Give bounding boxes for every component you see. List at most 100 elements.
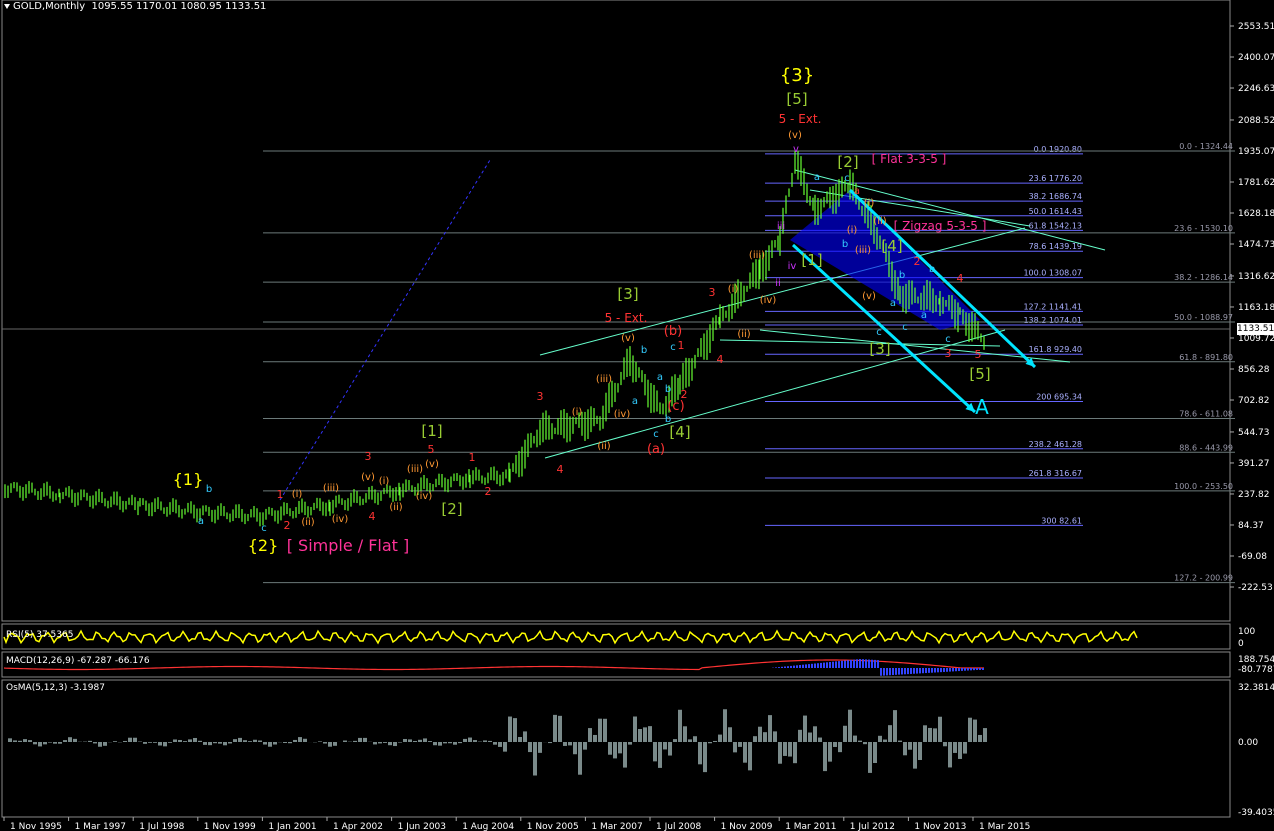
- osma-bar: [668, 742, 672, 756]
- wave-label: b: [842, 239, 848, 250]
- dropdown-icon[interactable]: [4, 3, 10, 9]
- wave-label: (iv): [416, 491, 433, 502]
- wave-label: b: [641, 345, 647, 356]
- osma-bar: [823, 742, 827, 772]
- osma-bar: [698, 742, 702, 765]
- wave-label: {1}: [173, 470, 204, 489]
- osma-bar: [583, 742, 587, 750]
- wave-label: c: [670, 342, 676, 353]
- wave-label: {2}: [248, 536, 279, 555]
- time-tick-label: 1 Jan 2001: [268, 822, 316, 831]
- wave-label: 4: [957, 272, 964, 285]
- osma-bar: [288, 742, 292, 744]
- fib-level-label: 300 82.61: [1041, 516, 1082, 525]
- osma-bar: [563, 742, 567, 746]
- osma-bar: [183, 741, 187, 742]
- osma-bar: [293, 739, 297, 742]
- wave-label: a: [890, 298, 896, 309]
- time-tick-label: 1 Aug 2004: [462, 822, 514, 831]
- wave-label: (i): [728, 284, 739, 295]
- wave-label: (i): [379, 476, 390, 487]
- wave-label: (v): [361, 472, 375, 483]
- osma-bar: [863, 742, 867, 745]
- osma-bar: [23, 739, 27, 742]
- time-tick-label: 1 Jul 2012: [850, 822, 895, 831]
- osma-bar: [878, 735, 882, 742]
- wave-label: c: [653, 429, 659, 440]
- osma-bar: [53, 742, 57, 744]
- osma-bar: [463, 738, 467, 742]
- time-tick-label: 1 Nov 2013: [914, 822, 966, 831]
- wave-label: [2]: [441, 500, 462, 518]
- price-tick-label: 1628.18: [1238, 209, 1274, 219]
- osma-bar: [128, 737, 132, 742]
- osma-bar: [948, 742, 952, 768]
- osma-bar: [488, 740, 492, 742]
- fib-level-label: 200 695.34: [1036, 393, 1082, 402]
- osma-bar: [513, 718, 517, 742]
- wave-label: [ Flat 3-3-5 ]: [872, 152, 947, 166]
- price-tick-label: 2400.07: [1238, 53, 1274, 63]
- trend-line: [544, 329, 1006, 459]
- osma-bar: [673, 739, 677, 742]
- price-tick-label: 237.82: [1238, 490, 1270, 500]
- wave-label: [ Zigzag 5-3-5 ]: [894, 219, 987, 233]
- fib-long-label: 38.2 - 1286.14: [1174, 273, 1233, 282]
- osma-bar: [18, 740, 22, 742]
- osma-bar: [608, 742, 612, 755]
- osma-bar: [13, 740, 17, 742]
- wave-label: a: [921, 310, 927, 321]
- osma-scale-top: 32.3814: [1238, 683, 1274, 693]
- wave-label: c: [844, 173, 850, 184]
- osma-bar: [103, 742, 107, 746]
- osma-bar: [243, 740, 247, 742]
- osma-bar: [793, 742, 797, 764]
- wave-label: (ii): [301, 517, 314, 528]
- wave-label: (i): [572, 407, 583, 418]
- osma-bar: [588, 728, 592, 742]
- wave-label: 4: [717, 353, 724, 366]
- wave-label: (v): [621, 333, 635, 344]
- osma-bar: [873, 742, 877, 763]
- osma-bar: [568, 742, 572, 746]
- wave-label: 3: [709, 286, 716, 299]
- symbol-label: GOLD,Monthly: [13, 1, 86, 12]
- osma-bar: [548, 742, 552, 744]
- fib-long-label: 0.0 - 1324.44: [1179, 142, 1233, 151]
- wave-label: 3: [945, 347, 952, 360]
- fib-level-label: 0.0 1920.80: [1034, 145, 1082, 154]
- wave-label: (ii): [873, 216, 886, 227]
- fib-level-label: 261.8 316.67: [1029, 469, 1082, 478]
- osma-bar: [628, 742, 632, 745]
- rsi-scale-bottom: 0: [1238, 639, 1244, 649]
- osma-bar: [473, 740, 477, 742]
- price-tick-label: -222.53: [1238, 583, 1273, 593]
- wave-label: 2: [485, 485, 492, 498]
- osma-bar: [738, 742, 742, 747]
- osma-bar: [908, 742, 912, 750]
- chart-canvas[interactable]: 2553.51 2400.07 2246.63 2088.52 1935.07 1781.…: [0, 0, 1274, 831]
- ohlc-values: 1095.55 1170.01 1080.95 1133.51: [91, 1, 267, 12]
- osma-bar: [343, 740, 347, 742]
- osma-bar: [918, 742, 922, 761]
- osma-bar: [593, 734, 597, 742]
- wave-label: 5 - Ext.: [779, 112, 822, 126]
- fib-level-label: 100.0 1308.07: [1023, 269, 1082, 278]
- wave-label: b: [899, 270, 905, 281]
- wave-label: [2]: [837, 153, 858, 171]
- wave-label: 3: [537, 390, 544, 403]
- fib-level-label: 238.2 461.28: [1029, 440, 1082, 449]
- osma-label: OsMA(5,12,3) -3.1987: [6, 683, 105, 693]
- osma-bar: [683, 726, 687, 742]
- fib-long-label: 78.6 - 611.08: [1179, 410, 1233, 419]
- osma-bar: [223, 742, 227, 746]
- current-price-tag: 1133.51: [1237, 323, 1274, 335]
- wave-label: (i): [864, 198, 875, 209]
- wave-label: b: [665, 384, 671, 395]
- wave-label: c: [945, 334, 951, 345]
- price-tick-label: 1781.62: [1238, 178, 1274, 188]
- osma-bar: [253, 739, 257, 742]
- wave-label: c: [261, 523, 267, 534]
- chart-header: GOLD,Monthly 1095.55 1170.01 1080.95 113…: [4, 1, 266, 12]
- wave-label: {3}: [780, 65, 814, 86]
